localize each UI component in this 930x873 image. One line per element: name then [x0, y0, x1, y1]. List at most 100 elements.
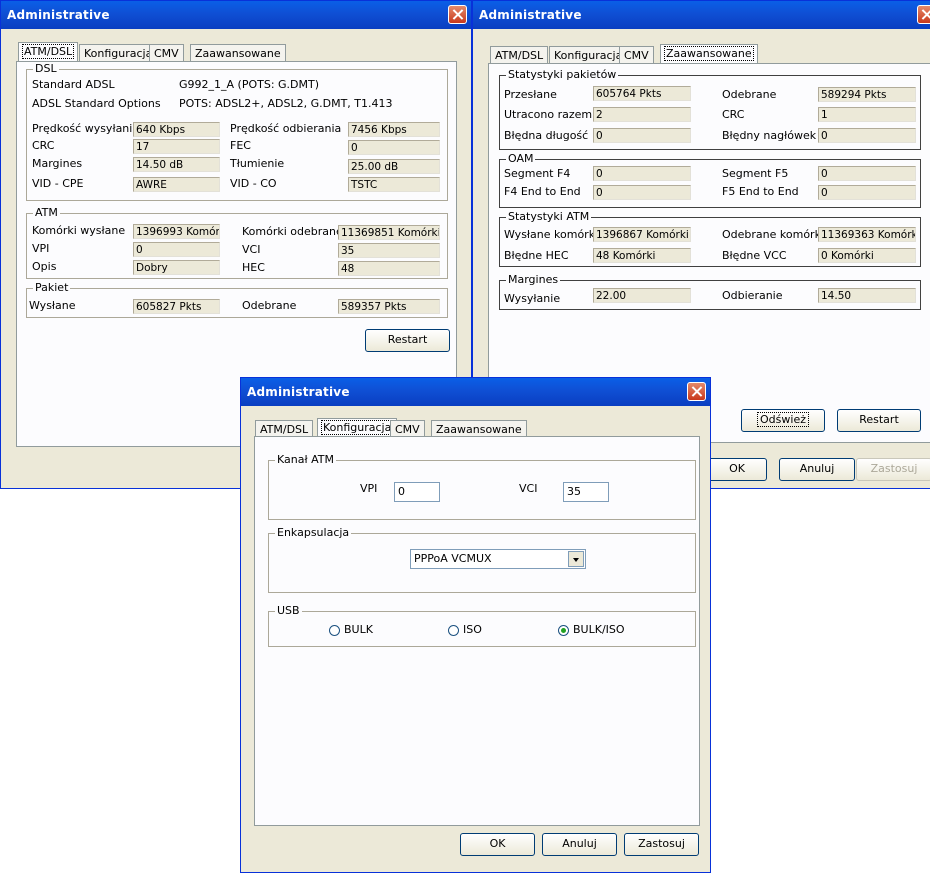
apply-button[interactable]: Zastosuj: [624, 833, 699, 856]
admin-window-configuration: Administrative ATM/DSL Konfiguracja CMV …: [240, 377, 711, 873]
vci-label: VCI: [242, 243, 261, 256]
sent-value: 605764 Pkts: [593, 86, 691, 101]
window-title: Administrative: [7, 8, 110, 22]
tab-atm-dsl[interactable]: ATM/DSL: [255, 420, 314, 437]
tab-cmv[interactable]: CMV: [149, 44, 184, 61]
description-value: Dobry: [133, 260, 220, 275]
vid-cpe-value: AWRE: [133, 177, 220, 192]
tab-cmv[interactable]: CMV: [390, 420, 425, 437]
packet-stats-legend: Statystyki pakietów: [506, 68, 619, 81]
hec-value: 48: [338, 261, 440, 276]
bad-hec-label: Błędne HEC: [504, 249, 569, 262]
bad-vcc-label: Błędne VCC: [722, 249, 787, 262]
cancel-button[interactable]: Anuluj: [542, 833, 617, 856]
bad-length-label: Błędna długość: [504, 129, 589, 142]
f5-end-to-end-value: 0: [818, 185, 916, 200]
bad-length-value: 0: [593, 128, 691, 143]
radio-bulk[interactable]: [329, 625, 340, 636]
adsl-options-label: ADSL Standard Options: [32, 97, 161, 110]
packet-legend: Pakiet: [33, 281, 71, 294]
rx-margin-label: Odbieranie: [722, 289, 783, 302]
title-bar[interactable]: Administrative: [1, 1, 471, 29]
rx-margin-value: 14.50: [818, 288, 916, 303]
crc-value: 17: [133, 139, 220, 154]
title-bar[interactable]: Administrative: [473, 1, 930, 29]
segment-f4-label: Segment F4: [504, 167, 571, 180]
close-icon[interactable]: [917, 5, 930, 24]
fec-value: 0: [348, 140, 440, 155]
margin-value: 14.50 dB: [133, 157, 220, 172]
cells-sent-value: 1396993 Komórki: [133, 224, 220, 239]
cancel-button[interactable]: Anuluj: [779, 458, 855, 481]
vci-input[interactable]: 35: [563, 482, 609, 502]
refresh-button[interactable]: Odśwież: [741, 409, 825, 432]
received-label: Odebrane: [722, 88, 777, 101]
f4-end-to-end-label: F4 End to End: [504, 185, 581, 198]
tab-konfiguracja[interactable]: Konfiguracja: [317, 418, 398, 438]
tab-zaawansowane[interactable]: Zaawansowane: [431, 420, 527, 437]
close-icon[interactable]: [687, 382, 706, 401]
lost-total-label: Utracono razem: [504, 108, 593, 121]
atm-stats-legend: Statystyki ATM: [506, 210, 592, 223]
crc-label: CRC: [722, 108, 745, 121]
vpi-input[interactable]: 0: [394, 482, 440, 502]
adsl-options-value: POTS: ADSL2+, ADSL2, G.DMT, T1.413: [179, 97, 393, 110]
bad-vcc-value: 0 Komórki: [818, 248, 916, 263]
restart-button[interactable]: Restart: [365, 329, 450, 352]
tx-margin-value: 22.00: [593, 288, 691, 303]
encapsulation-select[interactable]: PPPoA VCMUX: [410, 549, 586, 569]
cells-received-value: 11369851 Komórki: [338, 225, 440, 240]
vpi-label: VPI: [32, 242, 50, 255]
chevron-down-icon[interactable]: [568, 551, 584, 567]
close-icon[interactable]: [448, 5, 467, 24]
sent-label: Przesłane: [504, 88, 557, 101]
vid-co-label: VID - CO: [230, 177, 277, 190]
packets-sent-label: Wysłane: [29, 299, 76, 312]
atm-channel-legend: Kanał ATM: [275, 453, 336, 466]
ok-button[interactable]: OK: [460, 833, 535, 856]
downstream-rate-value: 7456 Kbps: [348, 122, 440, 137]
description-label: Opis: [32, 260, 57, 273]
window-title: Administrative: [479, 8, 582, 22]
tab-panel: Kanał ATM VPI 0 VCI 35 Enkapsulacja PPPo…: [254, 436, 700, 826]
tab-atm-dsl[interactable]: ATM/DSL: [18, 42, 79, 62]
margin-label: Margines: [32, 157, 83, 170]
apply-button[interactable]: Zastosuj: [856, 458, 930, 481]
restart-button[interactable]: Restart: [837, 409, 921, 432]
radio-iso[interactable]: [448, 625, 459, 636]
tab-zaawansowane[interactable]: Zaawansowane: [190, 44, 286, 61]
radio-bulk-iso-label[interactable]: BULK/ISO: [573, 623, 625, 636]
upstream-rate-value: 640 Kbps: [133, 122, 220, 137]
cells-sent-label: Wysłane komórki: [504, 228, 599, 241]
f5-end-to-end-label: F5 End to End: [722, 185, 799, 198]
tx-margin-label: Wysyłanie: [504, 292, 561, 305]
radio-bulk-label[interactable]: BULK: [344, 623, 373, 636]
vid-cpe-label: VID - CPE: [32, 177, 84, 190]
crc-value: 1: [818, 107, 916, 122]
downstream-rate-label: Prędkość odbierania: [230, 122, 342, 135]
atm-channel-group: Kanał ATM: [268, 453, 696, 520]
lost-total-value: 2: [593, 107, 691, 122]
encapsulation-legend: Enkapsulacja: [275, 526, 352, 539]
hec-label: HEC: [242, 261, 265, 274]
bad-header-value: 0: [818, 128, 916, 143]
standard-adsl-value: G992_1_A (POTS: G.DMT): [179, 78, 320, 91]
window-title: Administrative: [247, 385, 350, 399]
oam-legend: OAM: [506, 152, 536, 165]
tab-zaawansowane[interactable]: Zaawansowane: [660, 44, 758, 64]
tab-konfiguracja[interactable]: Konfiguracja: [549, 46, 628, 63]
margin-legend: Margines: [506, 273, 561, 286]
radio-bulk-iso[interactable]: [558, 625, 569, 636]
tab-atm-dsl[interactable]: ATM/DSL: [490, 46, 549, 63]
ok-button[interactable]: OK: [707, 458, 767, 481]
tab-cmv[interactable]: CMV: [619, 46, 654, 63]
segment-f5-value: 0: [818, 166, 916, 181]
fec-label: FEC: [230, 139, 251, 152]
cells-received-label: Odebrane komórki: [722, 228, 824, 241]
vpi-label: VPI: [360, 482, 378, 495]
radio-iso-label[interactable]: ISO: [463, 623, 482, 636]
tab-konfiguracja[interactable]: Konfiguracja: [79, 44, 158, 61]
vpi-value: 0: [133, 242, 220, 257]
usb-legend: USB: [275, 604, 302, 617]
title-bar[interactable]: Administrative: [241, 378, 710, 406]
